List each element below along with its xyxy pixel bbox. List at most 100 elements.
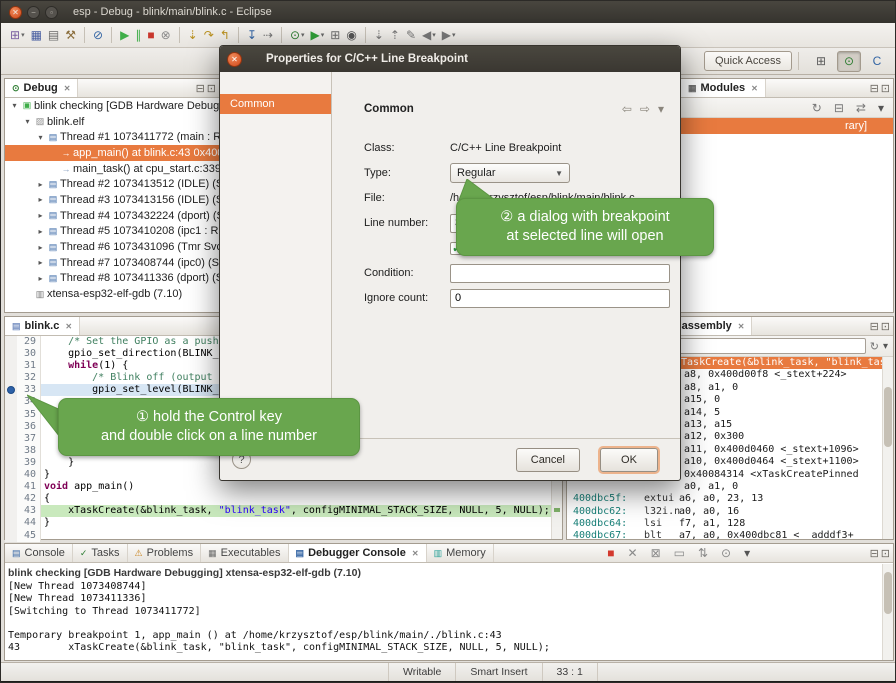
editor-line[interactable]: 44} <box>5 517 562 529</box>
new-cpp-project-icon[interactable]: ⊞ <box>327 25 343 45</box>
step-over-icon[interactable]: ↷ <box>201 25 217 45</box>
tree-expander-icon[interactable]: ▸ <box>35 274 46 283</box>
view-menu-icon[interactable] <box>883 341 888 352</box>
scrollbar-thumb[interactable] <box>884 572 892 614</box>
annotation-ruler-cell[interactable] <box>5 530 17 542</box>
debug-tree-item[interactable]: ▸▤Thread #3 1073413156 (IDLE) (Susp <box>5 192 219 208</box>
line-number[interactable]: 30 <box>17 348 41 360</box>
tab-modules[interactable]: ▦ Modules <box>681 79 766 97</box>
maximize-view-icon[interactable] <box>881 547 890 560</box>
annotation-ruler-cell[interactable] <box>5 360 17 372</box>
line-number[interactable]: 32 <box>17 372 41 384</box>
scroll-lock-icon[interactable]: ⇅ <box>695 543 711 563</box>
tab-debug[interactable]: ⊙ Debug <box>5 79 78 97</box>
annotation-ruler-cell[interactable] <box>5 445 17 457</box>
forward-icon[interactable]: ▶▾ <box>439 25 459 45</box>
code-text[interactable]: void app_main() <box>41 481 562 493</box>
debug-tree-item[interactable]: ▾▤Thread #1 1073411772 (main : Runn <box>5 129 219 145</box>
line-number[interactable]: 44 <box>17 517 41 529</box>
code-text[interactable] <box>41 530 562 542</box>
annotation-ruler-cell[interactable] <box>5 372 17 384</box>
forward-icon[interactable] <box>640 102 650 116</box>
disconnect-icon[interactable]: ⊗ <box>158 25 174 45</box>
tree-expander-icon[interactable]: ▸ <box>35 227 46 236</box>
dialog-titlebar[interactable]: Properties for C/C++ Line Breakpoint <box>220 46 680 72</box>
search-icon[interactable]: ◉ <box>343 25 359 45</box>
annotation-ruler-cell[interactable] <box>5 493 17 505</box>
console-tab-executables[interactable]: ▦Executables <box>201 544 288 562</box>
editor-line[interactable]: 41void app_main() <box>5 481 562 493</box>
line-number[interactable]: 43 <box>17 505 41 517</box>
back-icon[interactable] <box>622 102 632 116</box>
annotation-ruler-cell[interactable] <box>5 396 17 408</box>
cpp-perspective-icon[interactable]: C <box>865 51 889 72</box>
close-tab-icon[interactable] <box>738 322 745 331</box>
debug-tree-item[interactable]: →app_main() at blink.c:43 0x400db <box>5 145 219 161</box>
refresh-modules-icon[interactable]: ↻ <box>809 98 825 118</box>
code-text[interactable]: xTaskCreate(&blink_task, "blink_task", c… <box>41 505 562 517</box>
tree-expander-icon[interactable]: ▾ <box>35 133 46 142</box>
tree-expander-icon[interactable]: ▸ <box>35 211 46 220</box>
terminate-icon[interactable]: ■ <box>144 25 157 45</box>
sidebar-item-common[interactable]: Common <box>220 94 331 114</box>
editor-line[interactable]: 45 <box>5 530 562 542</box>
annotation-ruler-cell[interactable] <box>5 517 17 529</box>
remove-all-launches-icon[interactable]: ⊠ <box>648 543 664 563</box>
window-minimize-button[interactable]: − <box>27 6 40 19</box>
scrollbar-thumb[interactable] <box>884 387 892 447</box>
console-tab-tasks[interactable]: ✓Tasks <box>73 544 128 562</box>
suspend-icon[interactable]: ∥ <box>132 25 144 45</box>
tree-expander-icon[interactable]: ▾ <box>22 117 33 126</box>
tree-expander-icon[interactable]: ▸ <box>35 243 46 252</box>
tree-expander-icon[interactable]: ▸ <box>35 258 46 267</box>
minimize-view-icon[interactable] <box>870 547 879 560</box>
step-return-icon[interactable]: ↰ <box>217 25 233 45</box>
line-number[interactable]: 42 <box>17 493 41 505</box>
debug-tree-item[interactable]: ▸▤Thread #2 1073413512 (IDLE) (Susp <box>5 176 219 192</box>
console-tab-console[interactable]: ▤Console <box>5 544 73 562</box>
debug-perspective-icon[interactable]: ⊙ <box>837 51 861 72</box>
quick-access-button[interactable]: Quick Access <box>704 51 792 71</box>
code-text[interactable]: } <box>41 517 562 529</box>
disassembly-scrollbar[interactable] <box>882 357 893 539</box>
display-console-menu-icon[interactable]: ▾ <box>741 543 753 563</box>
new-wizard-icon[interactable]: ⊞▾ <box>7 25 28 45</box>
console-scrollbar[interactable] <box>882 564 893 660</box>
minimize-view-icon[interactable] <box>870 82 879 95</box>
annotation-ruler-cell[interactable] <box>5 421 17 433</box>
maximize-view-icon[interactable] <box>207 82 216 95</box>
collapse-all-icon[interactable]: ⊟ <box>831 98 847 118</box>
open-perspective-icon[interactable]: ⊞ <box>809 51 833 72</box>
annotation-ruler-cell[interactable] <box>5 505 17 517</box>
annotation-ruler-cell[interactable] <box>5 384 17 396</box>
dialog-close-button[interactable] <box>227 52 242 67</box>
terminate-icon[interactable]: ■ <box>604 543 617 563</box>
debug-tree-item[interactable]: ▸▤Thread #8 1073411336 (dport) (Sus <box>5 271 219 287</box>
drop-to-frame-icon[interactable]: ↧ <box>244 25 260 45</box>
instruction-stepping-icon[interactable]: ⇢ <box>260 25 276 45</box>
exec-line-marker[interactable] <box>554 508 560 512</box>
line-number[interactable]: 40 <box>17 469 41 481</box>
minimize-view-icon[interactable] <box>196 82 205 95</box>
debug-tree-item[interactable]: ▥xtensa-esp32-elf-gdb (7.10) <box>5 286 219 302</box>
tree-expander-icon[interactable]: ▸ <box>35 195 46 204</box>
print-icon[interactable]: ▤ <box>45 25 62 45</box>
annotation-ruler-cell[interactable] <box>5 469 17 481</box>
resume-icon[interactable]: ▶ <box>117 25 132 45</box>
next-annotation-icon[interactable]: ⇣ <box>371 25 387 45</box>
console-tab-debugger-console[interactable]: ▤Debugger Console <box>289 544 427 562</box>
save-icon[interactable]: ▦ <box>28 25 45 45</box>
refresh-icon[interactable]: ↻ <box>870 340 879 353</box>
debug-tree-item[interactable]: →main_task() at cpu_start.c:339 0x4 <box>5 161 219 177</box>
maximize-view-icon[interactable] <box>881 82 890 95</box>
editor-line[interactable]: 43 xTaskCreate(&blink_task, "blink_task"… <box>5 505 562 517</box>
debug-tree-item[interactable]: ▸▤Thread #4 1073432224 (dport) (Sus <box>5 208 219 224</box>
clear-console-icon[interactable]: ▭ <box>671 543 688 563</box>
debug-tree-item[interactable]: ▾▣blink checking [GDB Hardware Debug <box>5 98 219 114</box>
code-text[interactable]: { <box>41 493 562 505</box>
build-all-icon[interactable]: ⚒ <box>62 25 79 45</box>
close-tab-icon[interactable] <box>751 84 758 93</box>
minimize-view-icon[interactable] <box>870 320 879 333</box>
editor-line[interactable]: 42{ <box>5 493 562 505</box>
debug-tree-item[interactable]: ▾▨blink.elf <box>5 114 219 130</box>
